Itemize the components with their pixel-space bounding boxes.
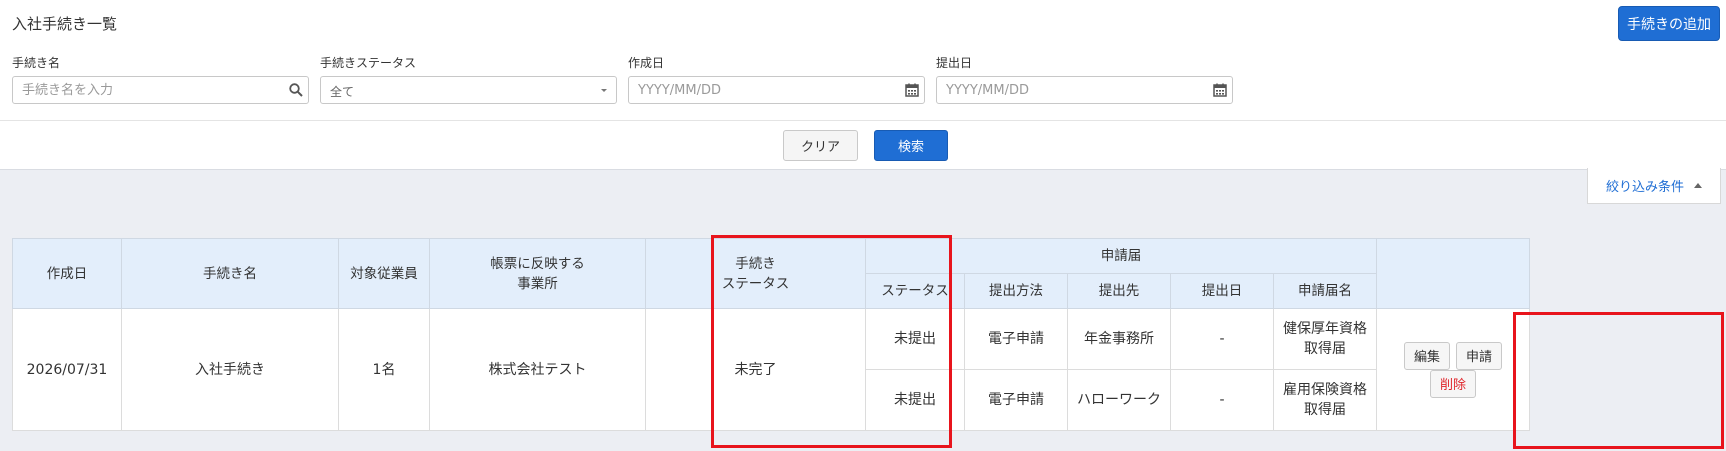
cell-name: 入社手続き xyxy=(121,308,339,431)
cell-form-name: 雇用保険資格 取得届 xyxy=(1273,369,1377,431)
filter-toggle-button[interactable]: 絞り込み条件 xyxy=(1587,168,1721,204)
procedure-name-field[interactable] xyxy=(12,76,309,104)
apply-button[interactable]: 申請 xyxy=(1456,341,1503,370)
col-app-status: ステータス xyxy=(865,273,965,309)
col-form-name: 申請届名 xyxy=(1273,273,1377,309)
cell-destination: 年金事務所 xyxy=(1067,308,1171,370)
col-destination: 提出先 xyxy=(1067,273,1171,309)
filter-created-label: 作成日 xyxy=(628,56,665,70)
add-procedure-button[interactable]: 手続きの追加 xyxy=(1618,6,1720,41)
cell-office: 株式会社テスト xyxy=(429,308,646,431)
calendar-icon[interactable] xyxy=(1212,82,1228,98)
filter-name: 手続き名 xyxy=(12,55,309,104)
caret-up-icon xyxy=(1694,183,1702,188)
delete-button[interactable]: 削除 xyxy=(1429,369,1476,398)
created-date-field[interactable] xyxy=(628,76,925,104)
table-row: 2026/07/31 入社手続き 1名 株式会社テスト 未完了 未提出 電子申請… xyxy=(12,308,1530,431)
filter-name-label: 手続き名 xyxy=(12,56,61,70)
submitted-date-input[interactable] xyxy=(937,77,1232,103)
cell-created: 2026/07/31 xyxy=(12,308,122,431)
created-date-input[interactable] xyxy=(629,77,924,103)
cell-actions: 編集 申請削除 xyxy=(1376,308,1530,431)
procedures-table: 作成日 手続き名 対象従業員 帳票に反映する 事業所 手続き ステータス 申請届… xyxy=(12,238,1530,431)
cell-app-status: 未提出 xyxy=(865,369,965,431)
filter-status-label: 手続きステータス xyxy=(320,56,417,70)
filter-toggle-label: 絞り込み条件 xyxy=(1605,180,1684,195)
search-button[interactable]: 検索 xyxy=(874,130,948,161)
cell-submit-date: - xyxy=(1170,308,1274,370)
cell-method: 電子申請 xyxy=(964,308,1068,370)
col-name: 手続き名 xyxy=(121,238,339,309)
page-title: 入社手続き一覧 xyxy=(12,15,118,33)
calendar-icon[interactable] xyxy=(904,82,920,98)
cell-method: 電子申請 xyxy=(964,369,1068,431)
filter-status: 手続きステータス 全て xyxy=(320,55,617,104)
cell-app-status: 未提出 xyxy=(865,308,965,370)
status-select-value: 全て xyxy=(330,85,355,99)
search-icon[interactable] xyxy=(288,82,304,98)
submitted-date-field[interactable] xyxy=(936,76,1233,104)
col-method: 提出方法 xyxy=(964,273,1068,309)
col-group-application: 申請届 xyxy=(865,238,1377,274)
col-actions xyxy=(1376,238,1530,309)
filter-submitted-label: 提出日 xyxy=(936,56,973,70)
col-procedure-status: 手続き ステータス xyxy=(645,238,866,309)
cell-destination: ハローワーク xyxy=(1067,369,1171,431)
cell-submit-date: - xyxy=(1170,369,1274,431)
cell-employees: 1名 xyxy=(338,308,430,431)
edit-button[interactable]: 編集 xyxy=(1403,341,1450,370)
divider xyxy=(0,120,1726,121)
procedure-name-input[interactable] xyxy=(13,77,308,103)
cell-procedure-status: 未完了 xyxy=(645,308,866,431)
filter-submitted: 提出日 xyxy=(936,55,1233,104)
filter-created: 作成日 xyxy=(628,55,925,104)
cell-form-name: 健保厚年資格 取得届 xyxy=(1273,308,1377,370)
col-office: 帳票に反映する 事業所 xyxy=(429,238,646,309)
clear-button[interactable]: クリア xyxy=(783,130,858,161)
chevron-down-icon xyxy=(601,89,607,92)
col-submit-date: 提出日 xyxy=(1170,273,1274,309)
status-select[interactable]: 全て xyxy=(320,76,617,104)
col-employees: 対象従業員 xyxy=(338,238,430,309)
col-created: 作成日 xyxy=(12,238,122,309)
